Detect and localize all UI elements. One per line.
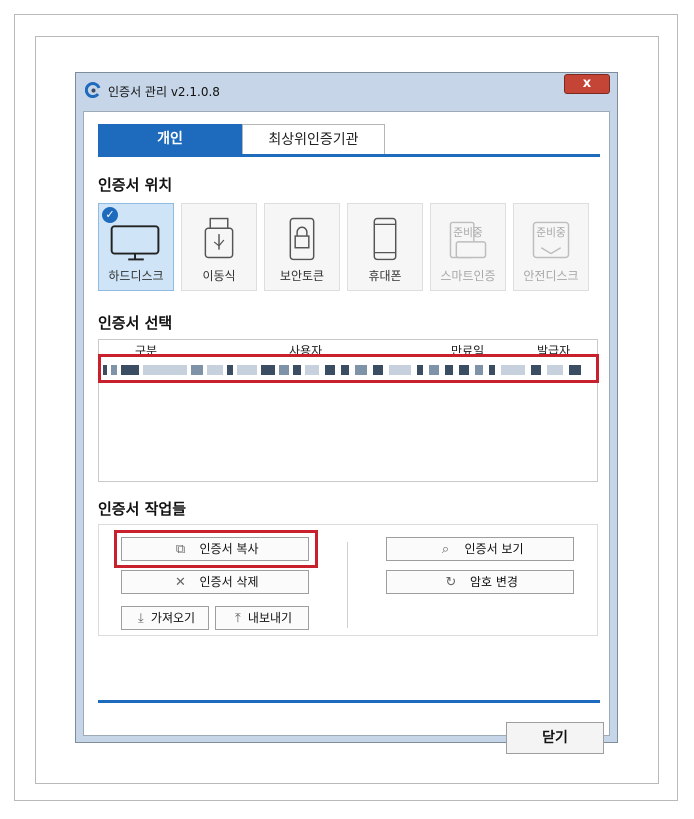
location-smart-cert[interactable]: 준비중 스마트인증 xyxy=(430,203,506,291)
location-label: 보안토큰 xyxy=(279,269,325,283)
dialog-body: 개인 최상위인증기관 인증서 위치 ✓ 하드디스크 이동식 보안토큰 휴대폰 준… xyxy=(83,111,610,754)
refresh-icon: ↻ xyxy=(445,575,457,590)
location-label: 이동식 xyxy=(202,269,236,283)
location-security-token[interactable]: 보안토큰 xyxy=(264,203,340,291)
location-label: 안전디스크 xyxy=(523,269,579,283)
delete-cert-button[interactable]: ✕ 인증서 삭제 xyxy=(121,570,309,594)
tab-underline xyxy=(98,154,600,157)
highlight-cert-row xyxy=(98,354,599,383)
coming-soon-badge: 준비중 xyxy=(453,226,483,239)
search-icon: ⌕ xyxy=(441,542,450,557)
cert-select-title: 인증서 선택 xyxy=(98,314,173,332)
window-title: 인증서 관리 v2.1.0.8 xyxy=(108,85,220,99)
smart-cert-icon: 준비중 xyxy=(449,221,487,259)
footer-divider xyxy=(98,700,600,703)
close-icon: ✕ xyxy=(175,575,186,590)
button-label: 인증서 보기 xyxy=(464,542,524,556)
button-label: 암호 변경 xyxy=(470,575,518,589)
import-button[interactable]: ⤓ 가져오기 xyxy=(121,606,209,630)
location-removable[interactable]: 이동식 xyxy=(181,203,257,291)
task-separator xyxy=(347,542,348,628)
location-mobile-phone[interactable]: 휴대폰 xyxy=(347,203,423,291)
change-password-button[interactable]: ↻ 암호 변경 xyxy=(386,570,574,594)
view-cert-button[interactable]: ⌕ 인증서 보기 xyxy=(386,537,574,561)
location-label: 하드디스크 xyxy=(108,269,164,283)
location-harddisk[interactable]: ✓ 하드디스크 xyxy=(98,203,174,291)
tab-personal[interactable]: 개인 xyxy=(98,124,242,154)
location-label: 스마트인증 xyxy=(440,269,496,283)
safe-disk-icon: 준비중 xyxy=(532,221,570,259)
export-button[interactable]: ⤒ 내보내기 xyxy=(215,606,309,630)
lock-token-icon xyxy=(289,217,315,261)
button-label: 가져오기 xyxy=(150,611,196,625)
location-safe-disk[interactable]: 준비중 안전디스크 xyxy=(513,203,589,291)
coming-soon-badge: 준비중 xyxy=(536,226,566,239)
phone-icon xyxy=(373,217,397,261)
tab-root-ca[interactable]: 최상위인증기관 xyxy=(242,124,385,154)
monitor-icon xyxy=(110,225,160,261)
location-label: 휴대폰 xyxy=(368,269,402,283)
cert-tasks-title: 인증서 작업들 xyxy=(98,500,187,518)
usb-icon xyxy=(204,217,234,259)
upload-icon: ⤒ xyxy=(235,611,241,626)
cert-manager-window: 인증서 관리 v2.1.0.8 x 개인 최상위인증기관 인증서 위치 ✓ 하드… xyxy=(75,72,618,754)
window-close-button[interactable]: x xyxy=(564,74,610,94)
close-dialog-button[interactable]: 닫기 xyxy=(506,722,604,754)
app-logo-icon xyxy=(85,82,101,98)
button-label: 내보내기 xyxy=(247,611,293,625)
title-bar: 인증서 관리 v2.1.0.8 x xyxy=(76,73,617,109)
highlight-copy-button xyxy=(114,530,318,568)
location-title: 인증서 위치 xyxy=(98,176,173,194)
button-label: 인증서 삭제 xyxy=(199,575,259,589)
download-icon: ⤓ xyxy=(138,611,144,626)
